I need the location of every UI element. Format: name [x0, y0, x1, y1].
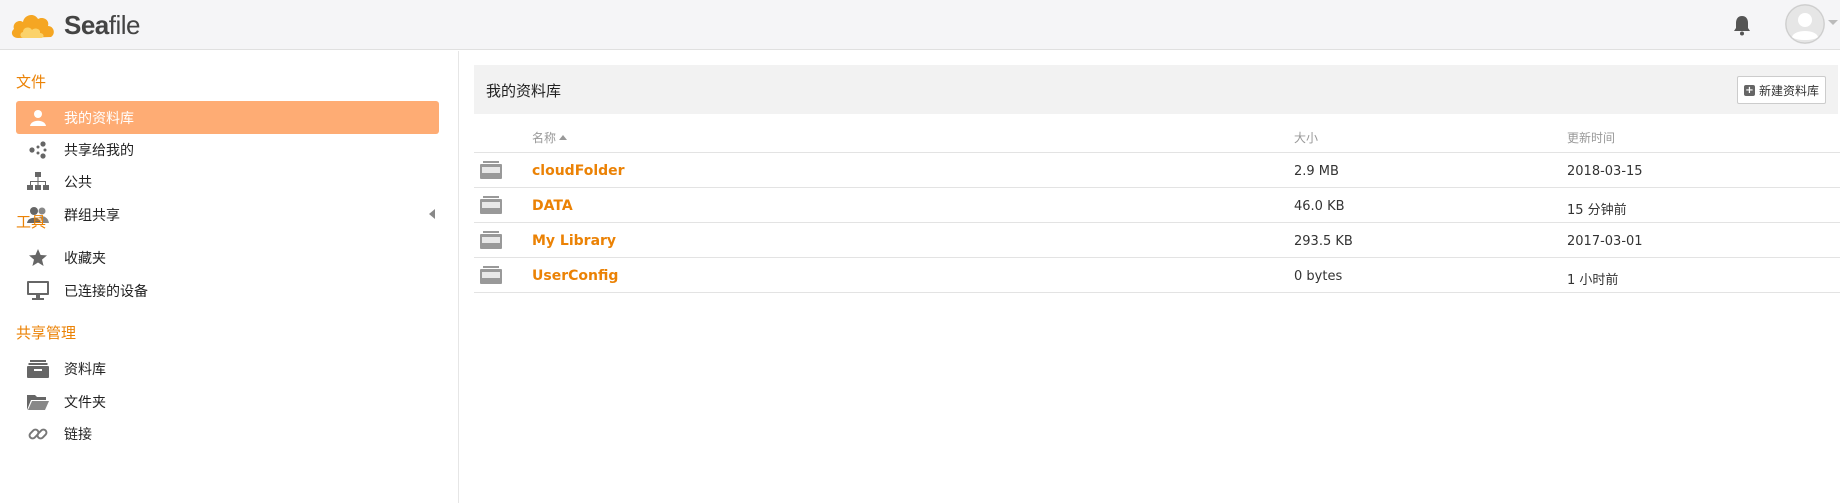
sidebar-item-links[interactable]: 链接 — [16, 417, 439, 450]
sidebar-heading-tools: 工具 — [16, 213, 47, 231]
share-icon — [26, 139, 50, 161]
table-row[interactable]: cloudFolder 2.9 MB 2018-03-15 — [474, 153, 1840, 188]
library-size: 2.9 MB — [1294, 164, 1339, 179]
sort-asc-icon — [559, 135, 568, 140]
library-updated: 2017-03-01 — [1567, 234, 1643, 249]
sidebar-item-label: 已连接的设备 — [64, 283, 148, 300]
sidebar-item-label: 公共 — [64, 174, 92, 191]
bell-icon[interactable] — [1732, 14, 1752, 36]
sidebar-item-libraries[interactable]: 资料库 — [16, 352, 439, 385]
library-icon — [480, 266, 502, 284]
library-updated: 1 小时前 — [1567, 273, 1619, 288]
user-avatar-icon — [1785, 4, 1825, 44]
new-library-label: 新建资料库 — [1758, 83, 1819, 98]
user-icon — [26, 107, 50, 129]
plus-icon: + — [1743, 84, 1755, 96]
library-name-link[interactable]: UserConfig — [532, 268, 618, 284]
sidebar-item-public[interactable]: 公共 — [16, 165, 439, 198]
sidebar-item-my-libraries[interactable]: 我的资料库 — [16, 101, 439, 134]
sidebar-item-label: 我的资料库 — [64, 110, 134, 127]
org-chart-icon — [26, 171, 50, 193]
sidebar-item-label: 共享给我的 — [64, 142, 134, 159]
sidebar-item-label: 资料库 — [64, 361, 106, 378]
library-name-link[interactable]: cloudFolder — [532, 163, 625, 179]
library-name-link[interactable]: DATA — [532, 198, 573, 214]
column-header-name-label: 名称 — [532, 131, 557, 145]
sidebar-heading-share-admin: 共享管理 — [16, 324, 77, 342]
table-row[interactable]: My Library 293.5 KB 2017-03-01 — [474, 223, 1840, 258]
library-size: 293.5 KB — [1294, 234, 1353, 249]
column-header-name[interactable]: 名称 — [532, 129, 568, 146]
sidebar-item-label: 收藏夹 — [64, 250, 106, 267]
cloud-logo-icon — [11, 15, 54, 38]
link-icon — [26, 423, 50, 445]
column-header-updated: 更新时间 — [1567, 131, 1616, 145]
table-divider — [474, 292, 1840, 293]
monitor-icon — [26, 280, 50, 302]
seafile-logo[interactable]: Seafile — [10, 4, 141, 46]
sidebar-heading-files: 文件 — [16, 73, 47, 91]
main-header: 我的资料库 + 新建资料库 — [474, 65, 1838, 114]
sidebar-item-shared-with-me[interactable]: 共享给我的 — [16, 133, 439, 166]
sidebar-item-label: 群组共享 — [64, 207, 120, 224]
library-icon — [480, 161, 502, 179]
sidebar-item-group-share[interactable]: 群组共享 — [16, 198, 439, 231]
sidebar-item-linked-devices[interactable]: 已连接的设备 — [16, 274, 439, 307]
library-updated: 2018-03-15 — [1567, 164, 1643, 179]
user-avatar[interactable] — [1785, 4, 1825, 44]
table-row[interactable]: UserConfig 0 bytes 1 小时前 — [474, 258, 1840, 293]
sidebar-item-favorites[interactable]: 收藏夹 — [16, 241, 439, 274]
sidebar: 文件 我的资料库 共享给我的 公共 群组共享 工具 收藏夹 已连接的设备 共享管… — [0, 51, 459, 503]
chevron-down-icon[interactable] — [1828, 20, 1838, 25]
new-library-button[interactable]: + 新建资料库 — [1736, 76, 1826, 104]
top-header: Seafile — [0, 0, 1840, 50]
caret-left-icon[interactable] — [429, 209, 435, 219]
library-stack-icon — [26, 358, 50, 380]
column-header-size: 大小 — [1294, 131, 1319, 145]
sidebar-item-folders[interactable]: 文件夹 — [16, 385, 439, 418]
table-row[interactable]: DATA 46.0 KB 15 分钟前 — [474, 188, 1840, 223]
library-icon — [480, 196, 502, 214]
sidebar-item-label: 链接 — [64, 426, 92, 443]
library-updated: 15 分钟前 — [1567, 203, 1627, 218]
star-icon — [26, 247, 50, 269]
page-title: 我的资料库 — [486, 82, 562, 100]
folder-open-icon — [26, 391, 50, 413]
sidebar-item-label: 文件夹 — [64, 394, 106, 411]
library-icon — [480, 231, 502, 249]
library-name-link[interactable]: My Library — [532, 233, 616, 249]
library-size: 46.0 KB — [1294, 199, 1345, 214]
library-size: 0 bytes — [1294, 269, 1343, 284]
logo-text: Seafile — [64, 9, 141, 40]
